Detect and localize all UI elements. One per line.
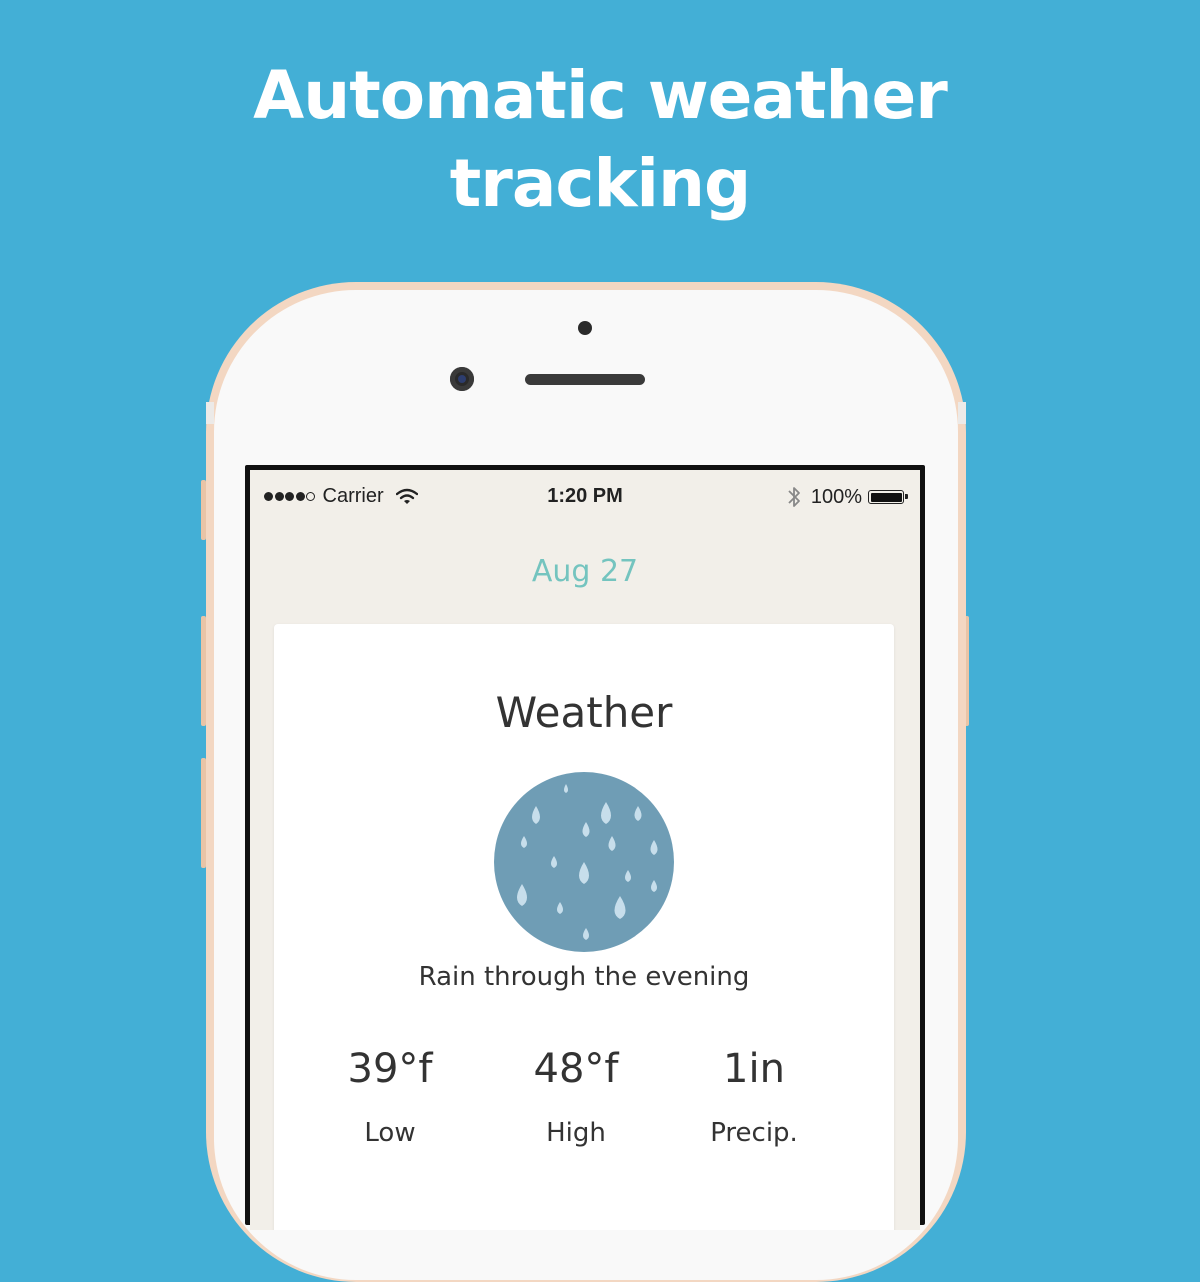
- antenna-band-right: [958, 402, 966, 424]
- battery-icon: [868, 490, 908, 504]
- earpiece-speaker: [525, 374, 645, 385]
- app-display: Carrier 1:20 PM 100% Aug 27 Weather Rain…: [250, 470, 920, 1230]
- headline-line-1: Automatic weather: [253, 57, 948, 134]
- weather-card[interactable]: Weather Rain through the evening 39°f Lo…: [274, 624, 894, 1230]
- headline-line-2: tracking: [449, 145, 752, 222]
- stat-high-label: High: [546, 1118, 606, 1148]
- headline: Automatic weather tracking: [0, 52, 1200, 228]
- phone-screen: Carrier 1:20 PM 100% Aug 27 Weather Rain…: [245, 465, 925, 1230]
- front-camera: [450, 367, 474, 391]
- antenna-band-left: [206, 402, 214, 424]
- date-header[interactable]: Aug 27: [250, 554, 920, 589]
- status-bar: Carrier 1:20 PM 100%: [250, 470, 920, 518]
- weather-summary: Rain through the evening: [418, 962, 750, 992]
- stat-precip-value: 1in: [723, 1046, 785, 1092]
- card-title: Weather: [495, 688, 673, 737]
- stat-low-label: Low: [364, 1118, 416, 1148]
- stat-low-value: 39°f: [347, 1046, 433, 1092]
- stat-low: 39°f Low: [290, 1046, 490, 1148]
- stat-high-value: 48°f: [533, 1046, 619, 1092]
- battery-percentage: 100%: [810, 485, 862, 508]
- bluetooth-icon: [788, 487, 800, 507]
- stat-high: 48°f High: [476, 1046, 676, 1148]
- rain-icon: [494, 772, 674, 952]
- stat-precip-label: Precip.: [710, 1118, 798, 1148]
- proximity-sensor: [578, 321, 592, 335]
- stat-precip: 1in Precip.: [654, 1046, 854, 1148]
